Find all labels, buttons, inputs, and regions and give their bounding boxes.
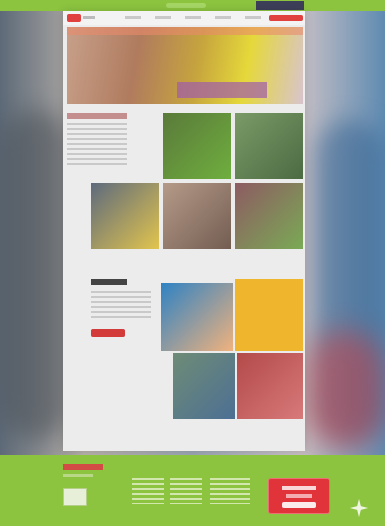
nav-item[interactable]	[125, 16, 141, 19]
gallery-photo[interactable]	[173, 353, 235, 419]
nav-item[interactable]	[155, 16, 171, 19]
footer-column	[170, 478, 202, 504]
top-bar	[0, 0, 385, 11]
footer-logo[interactable]	[63, 464, 103, 470]
nav-item[interactable]	[245, 16, 261, 19]
photo-tile[interactable]	[91, 183, 159, 249]
top-pill	[166, 3, 206, 8]
footer-donate-button[interactable]	[268, 478, 330, 514]
footer-column	[132, 478, 164, 504]
background-shape-left	[0, 110, 70, 440]
site-logo[interactable]	[67, 14, 81, 22]
main-nav	[125, 16, 265, 20]
section-title	[67, 113, 127, 119]
nav-item[interactable]	[215, 16, 231, 19]
gallery-text-card[interactable]	[235, 279, 303, 351]
section-body	[67, 123, 127, 167]
footer-badge	[63, 488, 87, 506]
footer-column	[210, 478, 250, 504]
section-title	[91, 279, 127, 285]
site-logo-subtext	[83, 16, 95, 19]
footer-donate-line	[282, 486, 316, 490]
nav-item[interactable]	[185, 16, 201, 19]
top-dark-block	[256, 1, 304, 10]
footer-donate-line	[286, 494, 312, 498]
background-shape-accent	[305, 330, 385, 450]
photo-tile[interactable]	[163, 113, 231, 179]
photo-tile[interactable]	[235, 183, 303, 249]
sparkle-icon[interactable]	[348, 497, 370, 519]
site-header	[63, 11, 305, 25]
hero-image	[67, 27, 303, 104]
gallery-photo[interactable]	[161, 283, 233, 351]
gallery-photo[interactable]	[237, 353, 303, 419]
photo-tile[interactable]	[163, 183, 231, 249]
donate-button[interactable]	[269, 15, 303, 21]
photo-tile[interactable]	[235, 113, 303, 179]
footer-donate-line	[282, 502, 316, 508]
hero-top-band	[67, 27, 303, 35]
section-body	[91, 291, 151, 321]
hero-caption-band	[177, 82, 267, 98]
web-page-preview	[63, 11, 305, 451]
footer-tagline	[63, 474, 93, 477]
section-cta-button[interactable]	[91, 329, 125, 337]
